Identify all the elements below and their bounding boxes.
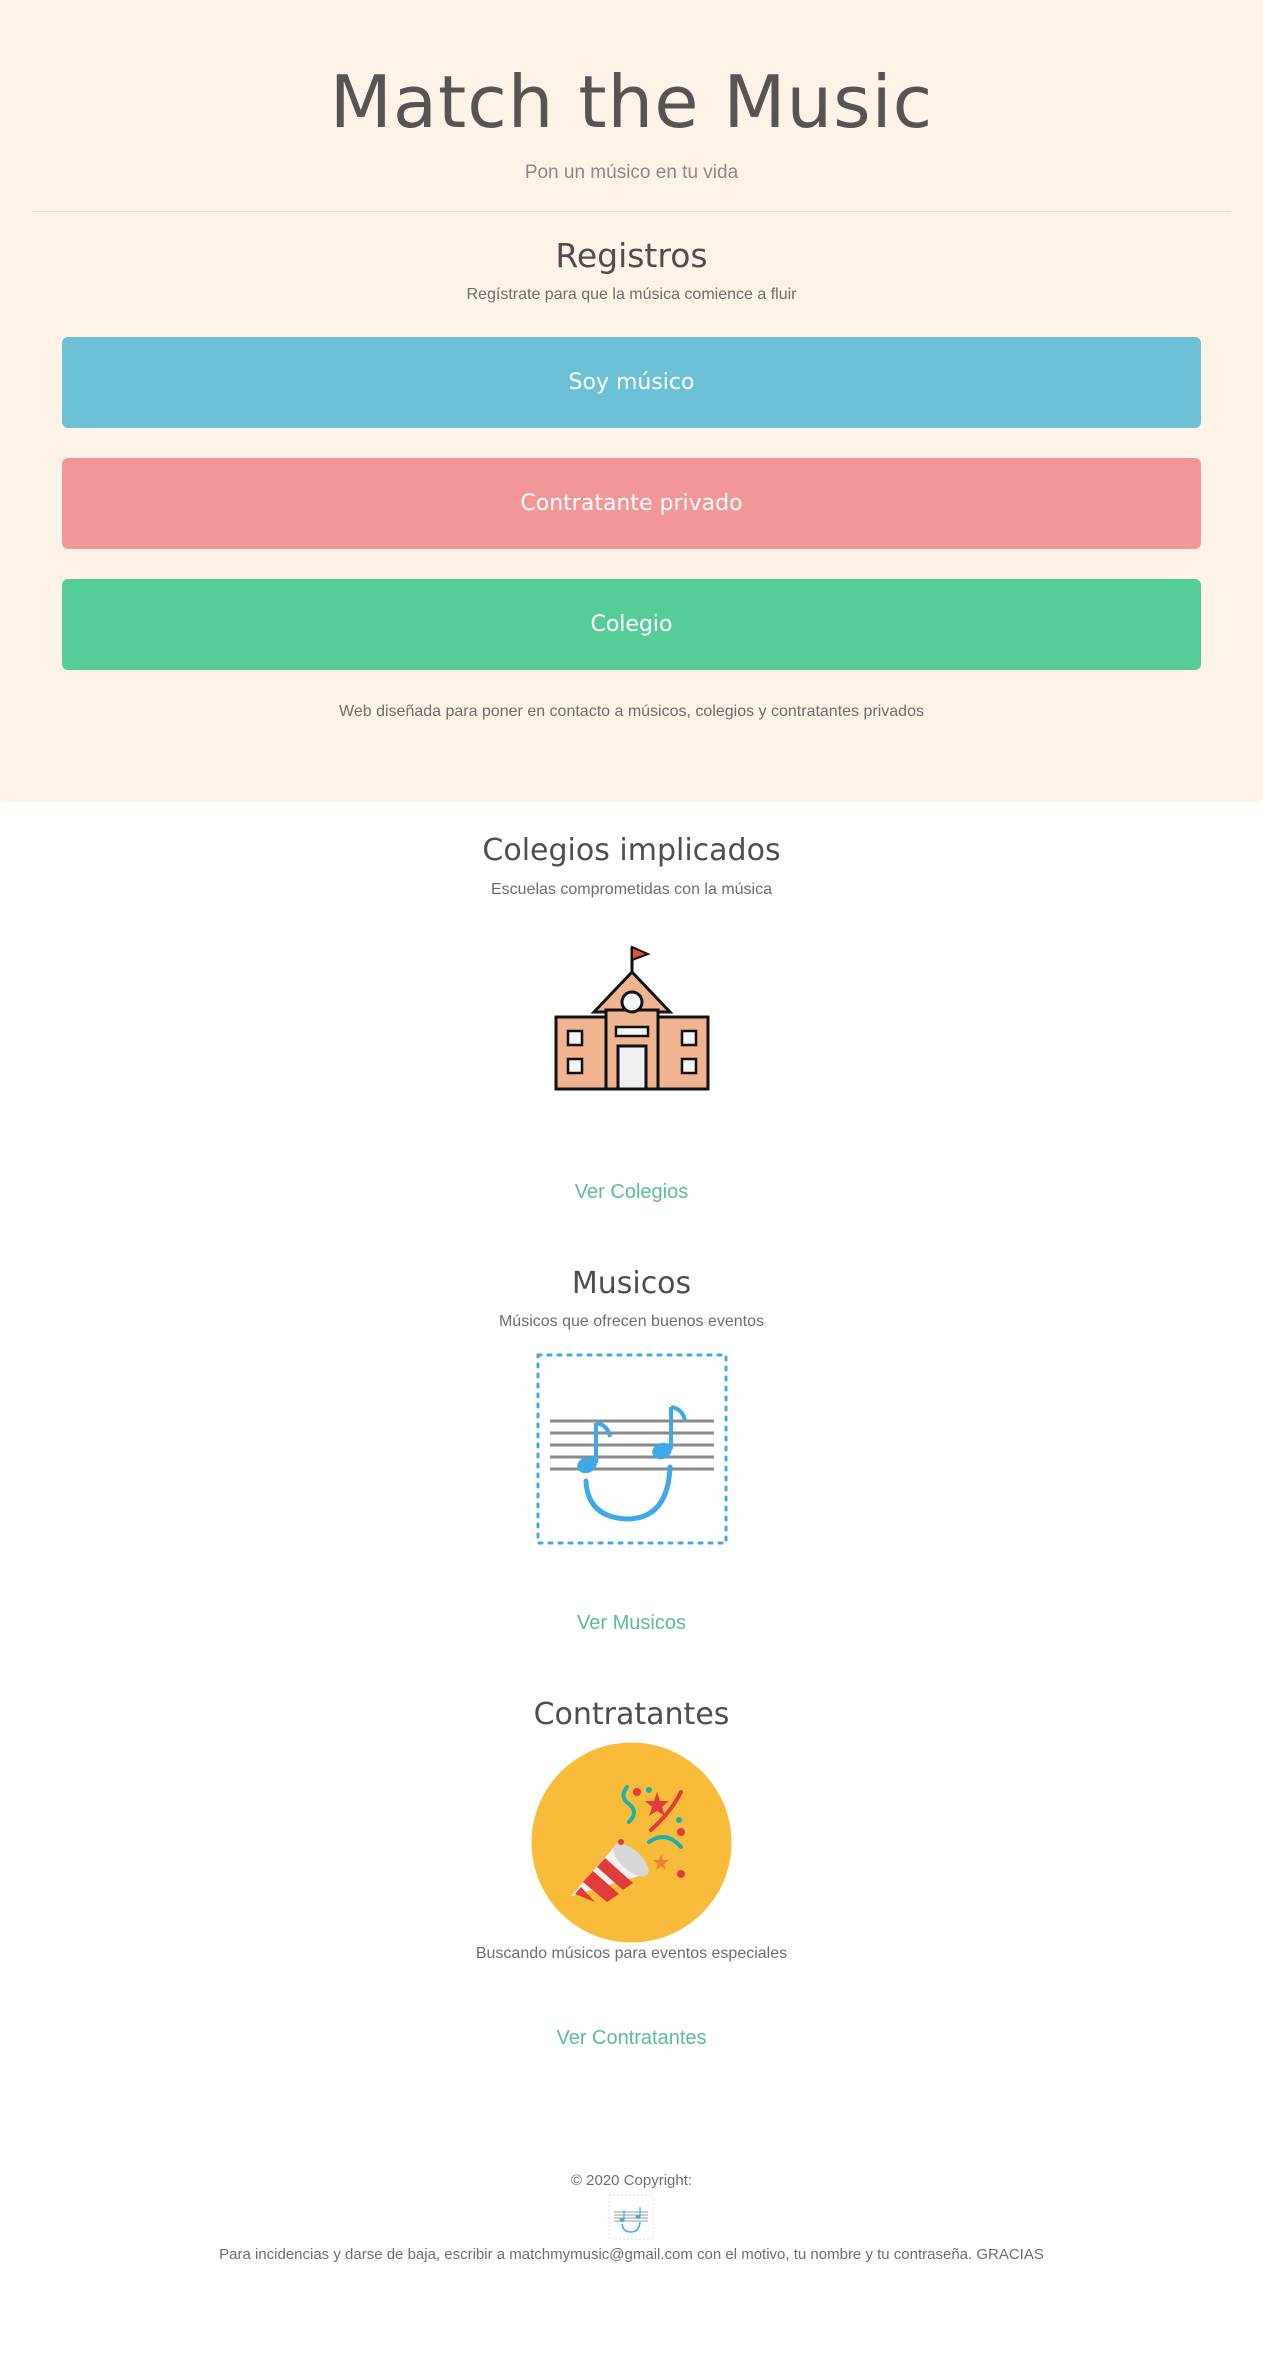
colegio-button[interactable]: Colegio [62, 579, 1201, 670]
contratantes-subtitle: Buscando músicos para eventos especiales [475, 1945, 788, 1962]
colegios-subtitle: Escuelas comprometidas con la música [490, 881, 772, 898]
soy-musico-button[interactable]: Soy músico [62, 337, 1201, 428]
soy-musico-label: Soy músico [568, 370, 695, 395]
school-building-icon [550, 942, 714, 1098]
musicos-title: Musicos [571, 1266, 692, 1301]
contratantes-title: Contratantes [533, 1697, 730, 1732]
ver-colegios-link[interactable]: Ver Colegios [575, 1181, 688, 1203]
ver-contratantes-link-wrap: Ver Contratantes [0, 2027, 1263, 2050]
ver-colegios-link-wrap: Ver Colegios [0, 1181, 1263, 1204]
colegios-title: Colegios implicados [482, 833, 781, 868]
footer-contact: Para incidencias y darse de baja, escrib… [219, 2246, 1044, 2263]
ver-contratantes-link[interactable]: Ver Contratantes [556, 2027, 706, 2049]
music-staff-icon [536, 1353, 728, 1545]
hero-divider [32, 211, 1231, 212]
music-logo-icon [608, 2194, 654, 2240]
hero-section: Match the Music Pon un músico en tu vida… [0, 0, 1263, 802]
site-subtitle: Pon un músico en tu vida [524, 162, 739, 183]
contratante-privado-button[interactable]: Contratante privado [62, 458, 1201, 549]
party-popper-icon [531, 1742, 732, 1943]
ver-musicos-link-wrap: Ver Musicos [0, 1612, 1263, 1635]
contratante-privado-label: Contratante privado [520, 491, 743, 516]
colegio-label: Colegio [590, 612, 673, 637]
registros-title: Registros [555, 236, 708, 275]
registros-subtitle: Regístrate para que la música comience a… [466, 286, 797, 303]
musicos-subtitle: Músicos que ofrecen buenos eventos [498, 1313, 765, 1330]
ver-musicos-link[interactable]: Ver Musicos [577, 1612, 686, 1634]
footer-copyright: © 2020 Copyright: [570, 2172, 693, 2189]
site-title: Match the Music [329, 60, 934, 144]
hero-footnote: Web diseñada para poner en contacto a mú… [339, 703, 924, 720]
